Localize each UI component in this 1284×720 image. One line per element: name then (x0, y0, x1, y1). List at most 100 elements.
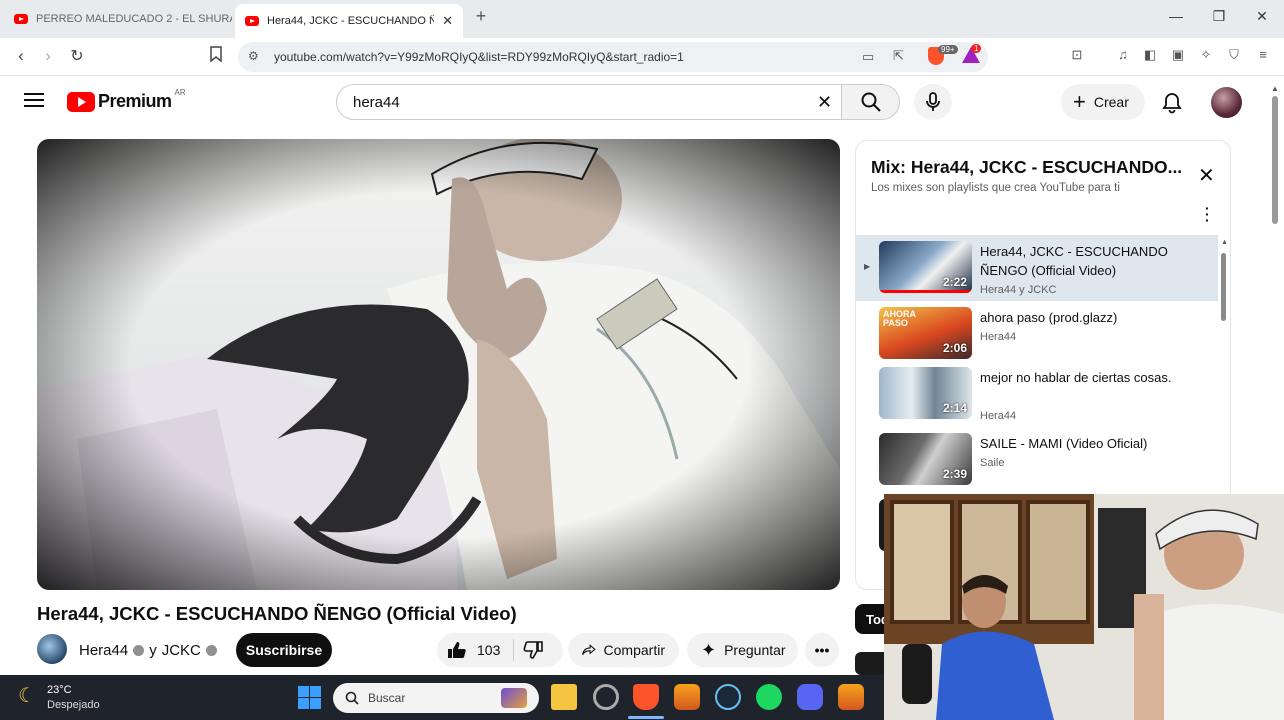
share-button[interactable]: Compartir (568, 633, 679, 667)
more-actions-button[interactable]: ••• (805, 633, 839, 667)
create-label: Crear (1093, 94, 1129, 110)
search-icon (345, 691, 359, 705)
video-owner-row: Hera44 y JCKC Suscribirse 103 Compartir … (37, 633, 840, 669)
channel-name-jckc[interactable]: JCKC (162, 642, 201, 659)
start-button[interactable] (298, 686, 321, 714)
like-count: 103 (477, 642, 501, 658)
ask-button[interactable]: ✦ Preguntar (687, 633, 798, 667)
playlist-thumbnail: 2:39 (879, 433, 972, 485)
duration-badge: 2:06 (942, 341, 967, 355)
playlist-item[interactable]: 2:39 SAILE - MAMI (Video Oficial) Saile (856, 427, 1218, 493)
video-player[interactable] (37, 139, 840, 590)
hamburger-menu-icon[interactable] (24, 92, 44, 113)
playlist-title[interactable]: Mix: Hera44, JCKC - ESCUCHANDO... (871, 157, 1181, 178)
playlist-item[interactable]: 2:14 mejor no hablar de ciertas cosas. H… (856, 361, 1218, 427)
thumbnail-caption: AHORA PASO (883, 309, 916, 328)
search-button[interactable] (842, 84, 900, 120)
playlist-item[interactable]: AHORA PASO 2:06 ahora paso (prod.glazz) … (856, 301, 1218, 367)
brave-browser-icon[interactable] (633, 684, 659, 710)
leo-ai-icon[interactable]: ✧ (1196, 47, 1216, 63)
discord-icon[interactable] (797, 684, 823, 710)
back-icon[interactable]: ‹ (10, 46, 32, 66)
channel-name-hera44[interactable]: Hera44 (79, 642, 128, 659)
page-scroll-thumb[interactable] (1272, 96, 1278, 224)
forward-icon[interactable]: › (37, 46, 59, 66)
close-playlist-icon[interactable]: ✕ (1198, 163, 1215, 188)
channel-joiner: y (149, 642, 157, 659)
channel-avatar[interactable] (37, 634, 67, 664)
share-label: Compartir (603, 642, 665, 658)
dislike-button[interactable] (523, 641, 543, 662)
share-icon[interactable]: ⇱ (893, 48, 904, 64)
watch-progress-bar (879, 290, 972, 293)
notifications-bell-icon[interactable] (1162, 92, 1182, 119)
youtube-premium-logo[interactable]: Premium AR (67, 88, 186, 112)
avatar[interactable] (1211, 87, 1242, 118)
share-arrow-icon (582, 644, 596, 655)
channel-names: Hera44 y JCKC (79, 642, 217, 659)
search-highlight-icon (501, 688, 527, 708)
spotify-icon[interactable] (756, 684, 782, 710)
playlist-thumbnail: 2:22 (879, 241, 972, 293)
weather-condition: Despejado (47, 699, 100, 711)
close-window-button[interactable]: ✕ (1252, 8, 1272, 25)
address-bar[interactable]: ⚙ youtube.com/watch?v=Y99zMoRQIyQ&list=R… (238, 42, 988, 72)
youtube-favicon-icon (245, 16, 259, 26)
playlist-scrollbar[interactable]: ▲ (1221, 239, 1228, 323)
region-code: AR (174, 88, 186, 97)
minimize-button[interactable]: — (1166, 8, 1186, 24)
tab-current-video[interactable]: Hera44, JCKC - ESCUCHANDO ÑENGO ✕ (235, 4, 463, 38)
wallet-icon[interactable]: ▣ (1168, 47, 1188, 63)
playlist-scroll-thumb[interactable] (1221, 253, 1226, 321)
media-icon[interactable]: ♫ (1113, 47, 1133, 62)
search-icon (861, 92, 881, 112)
logo-text: Premium (98, 91, 172, 111)
fl-studio-icon[interactable] (674, 684, 700, 710)
sparkle-icon: ✦ (701, 639, 717, 660)
scroll-up-icon[interactable]: ▲ (1271, 84, 1279, 93)
plus-icon: + (1073, 89, 1086, 114)
browser-toolbar: ‹ › ↻ ⚙ youtube.com/watch?v=Y99zMoRQIyQ&… (0, 38, 1284, 76)
webcam-overlay (884, 494, 1284, 720)
maximize-button[interactable]: ❐ (1209, 8, 1229, 25)
create-button[interactable]: + Crear (1061, 84, 1145, 120)
menu-icon[interactable]: ≡ (1253, 47, 1273, 62)
fl-studio-icon[interactable] (838, 684, 864, 710)
taskbar-search-box[interactable]: Buscar (333, 683, 539, 713)
like-dislike-group: 103 (437, 633, 563, 667)
sidebar-icon[interactable]: ◧ (1140, 47, 1160, 63)
steam-icon[interactable] (715, 684, 741, 710)
clear-search-icon[interactable]: ✕ (817, 92, 832, 113)
playlist-item-current[interactable]: ▶ 2:22 Hera44, JCKC - ESCUCHANDO ÑENGO (… (856, 235, 1218, 301)
new-tab-button[interactable]: + (471, 6, 491, 27)
bookmark-icon[interactable] (205, 46, 227, 65)
video-title: Hera44, JCKC - ESCUCHANDO ÑENGO (Officia… (37, 603, 517, 624)
scroll-up-icon[interactable]: ▲ (1221, 239, 1228, 246)
thumbs-down-icon (523, 641, 543, 659)
playlist-item-title: ahora paso (prod.glazz) (980, 310, 1118, 325)
subscribe-button[interactable]: Suscribirse (236, 633, 332, 667)
duration-badge: 2:14 (942, 401, 967, 415)
windows-taskbar: ☾ 23°C Despejado Buscar (0, 675, 884, 720)
more-horizontal-icon: ••• (814, 642, 830, 658)
voice-search-button[interactable] (914, 84, 952, 120)
tab-close-icon[interactable]: ✕ (442, 13, 453, 29)
search-input[interactable]: hera44 (353, 94, 400, 111)
tab-perreo-maleducado[interactable]: PERREO MALEDUCADO 2 - EL SHURA (4, 4, 232, 34)
reload-icon[interactable]: ↻ (66, 46, 88, 66)
cast-icon[interactable]: ▭ (862, 49, 874, 65)
active-app-indicator (628, 716, 664, 719)
reading-mode-icon[interactable]: ⊡ (1067, 47, 1087, 63)
youtube-logo-icon (67, 91, 95, 112)
verified-icon (133, 645, 145, 656)
playlist-menu-icon[interactable]: · · · (1205, 201, 1210, 227)
weather-moon-icon: ☾ (18, 685, 36, 707)
like-button[interactable]: 103 (437, 633, 513, 667)
file-explorer-icon[interactable] (551, 684, 577, 710)
site-settings-icon[interactable]: ⚙ (248, 49, 259, 63)
like-divider (513, 639, 514, 661)
settings-gear-icon[interactable] (593, 684, 619, 710)
vpn-icon[interactable]: ⛉ (1224, 47, 1244, 63)
url-text: youtube.com/watch?v=Y99zMoRQIyQ&list=RDY… (274, 50, 684, 64)
search-box[interactable]: hera44 ✕ (336, 84, 842, 120)
